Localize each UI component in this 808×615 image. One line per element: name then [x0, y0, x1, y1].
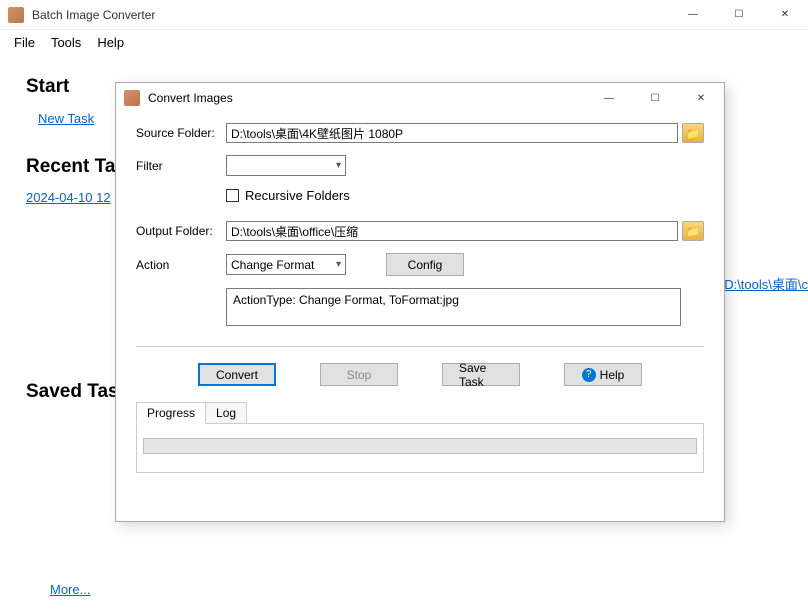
action-value: Change Format: [231, 258, 314, 272]
window-title: Batch Image Converter: [32, 8, 670, 22]
menu-tools[interactable]: Tools: [43, 33, 89, 52]
menubar: File Tools Help: [0, 30, 808, 54]
help-button[interactable]: ? Help: [564, 363, 642, 386]
dialog-app-icon: [124, 90, 140, 106]
action-label: Action: [136, 258, 226, 272]
more-link[interactable]: More...: [50, 582, 90, 597]
main-titlebar: Batch Image Converter — ☐ ✕: [0, 0, 808, 30]
convert-button[interactable]: Convert: [198, 363, 276, 386]
new-task-link[interactable]: New Task: [38, 111, 94, 126]
close-button[interactable]: ✕: [762, 0, 808, 30]
recursive-label: Recursive Folders: [245, 188, 350, 203]
help-label: Help: [600, 368, 625, 382]
divider: [136, 346, 704, 347]
dialog-minimize-button[interactable]: —: [586, 83, 632, 113]
dialog-titlebar[interactable]: Convert Images — ☐ ✕: [116, 83, 724, 113]
folder-icon: 📁: [686, 225, 700, 238]
dialog-close-button[interactable]: ✕: [678, 83, 724, 113]
minimize-button[interactable]: —: [670, 0, 716, 30]
browse-output-button[interactable]: 📁: [682, 221, 704, 241]
output-folder-input[interactable]: [226, 221, 678, 241]
dialog-maximize-button[interactable]: ☐: [632, 83, 678, 113]
source-folder-input[interactable]: [226, 123, 678, 143]
tabs: Progress Log: [136, 402, 704, 424]
filter-combo[interactable]: [226, 155, 346, 176]
save-task-button[interactable]: Save Task: [442, 363, 520, 386]
maximize-button[interactable]: ☐: [716, 0, 762, 30]
action-combo[interactable]: Change Format: [226, 254, 346, 275]
app-icon: [8, 7, 24, 23]
config-button[interactable]: Config: [386, 253, 464, 276]
tab-panel: [136, 423, 704, 473]
progress-bar: [143, 438, 697, 454]
folder-icon: 📁: [686, 127, 700, 140]
tab-progress[interactable]: Progress: [136, 402, 206, 424]
output-folder-label: Output Folder:: [136, 224, 226, 238]
action-info-box: ActionType: Change Format, ToFormat:jpg: [226, 288, 681, 326]
recursive-checkbox[interactable]: [226, 189, 239, 202]
recent-task-link[interactable]: 2024-04-10 12: [26, 190, 111, 205]
source-folder-label: Source Folder:: [136, 126, 226, 140]
stop-button: Stop: [320, 363, 398, 386]
convert-images-dialog: Convert Images — ☐ ✕ Source Folder: 📁 Fi…: [115, 82, 725, 522]
tab-log[interactable]: Log: [205, 402, 247, 424]
help-icon: ?: [582, 368, 596, 382]
filter-label: Filter: [136, 159, 226, 173]
menu-help[interactable]: Help: [89, 33, 132, 52]
browse-source-button[interactable]: 📁: [682, 123, 704, 143]
dialog-title: Convert Images: [148, 91, 586, 105]
menu-file[interactable]: File: [6, 33, 43, 52]
